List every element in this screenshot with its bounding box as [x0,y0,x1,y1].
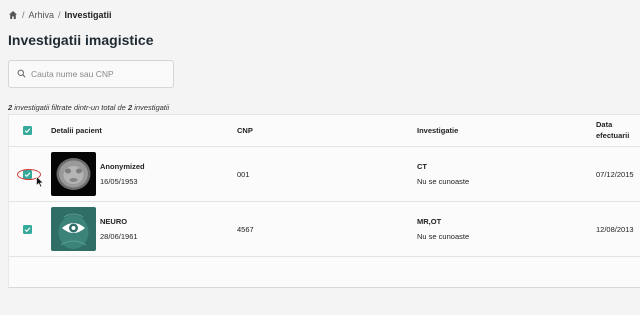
investigation-description: Nu se cunoaste [417,177,470,186]
select-all-checkbox[interactable] [23,126,32,135]
investigation-date: 07/12/2015 [596,170,634,179]
row-checkbox[interactable] [23,225,32,234]
investigation-description: Nu se cunoaste [417,232,470,241]
column-header-investigation[interactable]: Investigatie [417,126,458,135]
patient-birth-date: 16/05/1953 [100,177,138,186]
column-header-date-line2[interactable]: efectuarii [596,131,629,140]
patient-name: Anonymized [100,162,145,171]
home-icon[interactable] [8,10,18,20]
investigation-modality: MR,OT [417,217,442,226]
patient-cnp: 4567 [237,225,254,234]
breadcrumb-item-arhiva[interactable]: Arhiva [29,10,55,20]
table-row[interactable]: NEURO 28/06/1961 4567 MR,OT Nu se cunoas… [9,202,640,257]
breadcrumb-separator: / [58,10,61,20]
table-header: Detalii pacient CNP Investigatie Data ef… [9,115,640,147]
page-title: Investigatii imagistice [8,32,154,48]
patient-name: NEURO [100,217,128,226]
investigation-date: 12/08/2013 [596,225,634,234]
breadcrumb-separator: / [22,10,25,20]
investigation-modality: CT [417,162,427,171]
search-box[interactable] [8,60,174,88]
breadcrumb-item-investigatii: Investigatii [64,10,112,20]
summary-end-text: investigatii [132,103,170,112]
patient-cnp: 001 [237,170,250,179]
patient-birth-date: 28/06/1961 [100,232,138,241]
table-row[interactable]: Anonymized 16/05/1953 001 CT Nu se cunoa… [9,147,640,202]
column-header-date-line1[interactable]: Data [596,120,612,129]
check-icon [24,128,31,134]
column-header-patient[interactable]: Detalii pacient [51,126,102,135]
breadcrumb: / Arhiva / Investigatii [8,10,112,20]
search-icon [17,65,26,83]
neuro-eye-thumbnail[interactable] [51,207,96,251]
check-icon [24,227,31,233]
results-summary: 2 investigatii filtrate dintr-un total d… [8,103,169,112]
column-header-cnp[interactable]: CNP [237,126,253,135]
search-input[interactable] [31,69,171,79]
mouse-cursor-icon [36,176,45,188]
summary-middle-text: investigatii filtrate dintr-un total de [12,103,128,112]
investigations-table: Detalii pacient CNP Investigatie Data ef… [8,114,640,288]
ct-scan-thumbnail[interactable] [51,152,96,196]
